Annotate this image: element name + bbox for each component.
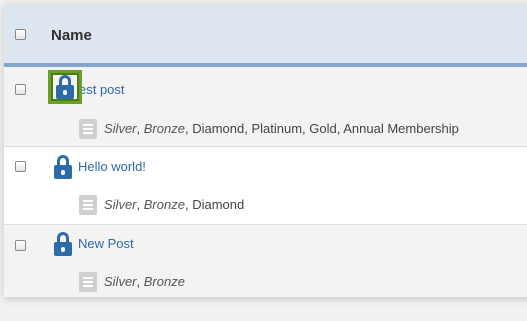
level-label: Bronze	[143, 197, 185, 212]
post-title-link[interactable]: Hello world!	[78, 159, 146, 174]
select-all-checkbox[interactable]	[15, 29, 26, 40]
level-label: Silver	[104, 274, 137, 289]
level-label: Silver	[104, 121, 137, 136]
document-icon	[79, 119, 97, 139]
document-icon	[79, 272, 97, 292]
table-row: est post Silver, Bronze, Diamond, Platin…	[4, 67, 527, 147]
post-title-link[interactable]: New Post	[78, 236, 134, 251]
row-checkbox[interactable]	[15, 84, 26, 95]
post-title-link[interactable]: est post	[79, 82, 125, 97]
column-header-name[interactable]: Name	[51, 27, 92, 44]
lock-icon[interactable]	[54, 155, 72, 179]
lock-icon[interactable]	[56, 75, 74, 99]
level-label: Silver	[104, 197, 137, 212]
membership-levels: Silver, Bronze, Diamond, Platinum, Gold,…	[104, 121, 459, 136]
lock-icon[interactable]	[54, 232, 72, 256]
document-icon	[79, 195, 97, 215]
level-label: Diamond	[192, 121, 245, 136]
level-label: Gold	[309, 121, 337, 136]
level-label: Annual Membership	[343, 121, 459, 136]
posts-table: Name est post Silver, Bronze, Diamond, P…	[4, 4, 527, 297]
membership-levels: Silver, Bronze, Diamond	[104, 197, 245, 212]
level-label: Diamond	[192, 197, 245, 212]
membership-levels: Silver, Bronze	[104, 274, 185, 289]
table-row: New Post Silver, Bronze	[4, 225, 527, 297]
level-label: Bronze	[143, 274, 185, 289]
table-row: Hello world! Silver, Bronze, Diamond	[4, 147, 527, 225]
level-label: Bronze	[143, 121, 185, 136]
row-checkbox[interactable]	[15, 240, 26, 251]
table-header: Name	[4, 4, 527, 67]
level-label: Platinum	[251, 121, 303, 136]
row-checkbox[interactable]	[15, 161, 26, 172]
